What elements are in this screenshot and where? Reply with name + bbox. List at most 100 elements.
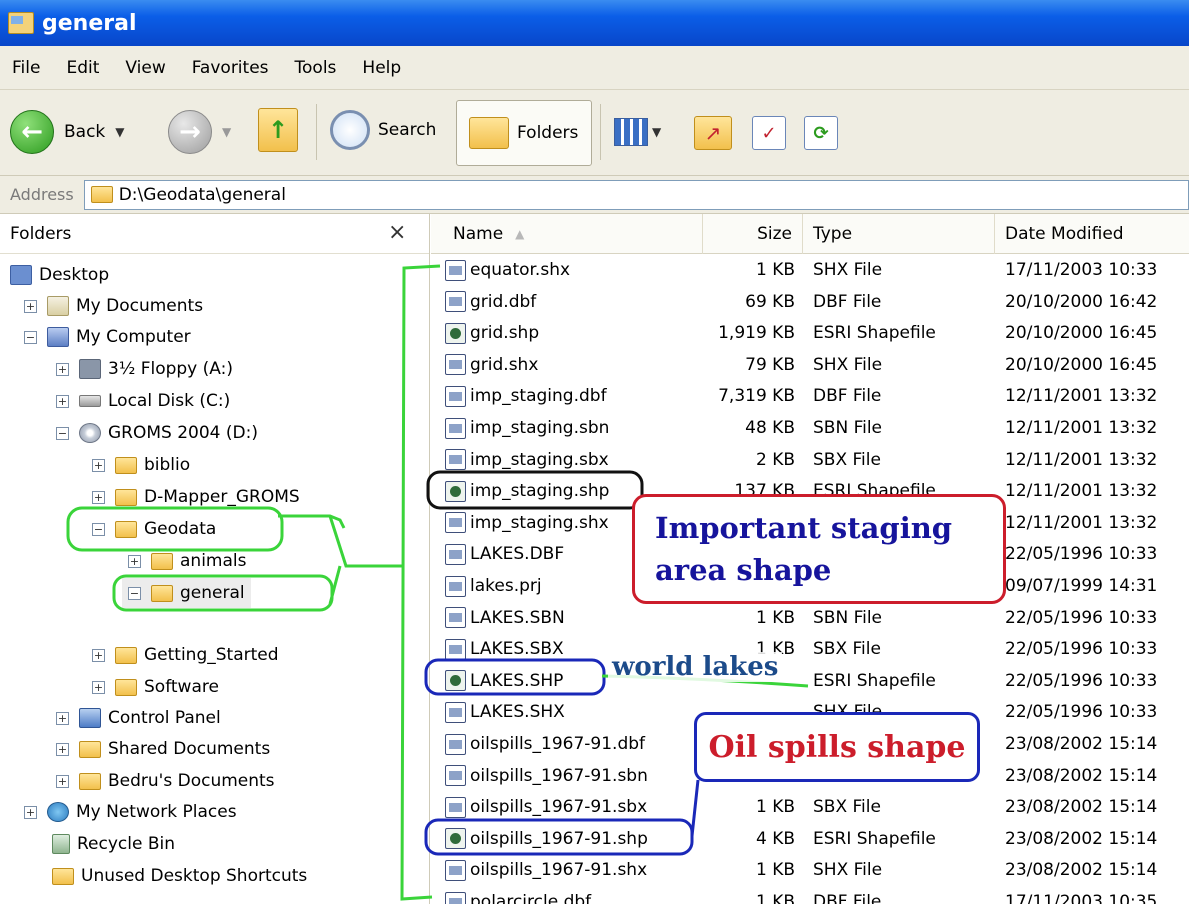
expand-icon[interactable]: + bbox=[56, 362, 69, 376]
table-row[interactable]: grid.dbf 69 KB DBF File 20/10/2000 16:42 bbox=[431, 286, 1189, 318]
file-size: 2 KB bbox=[755, 449, 795, 470]
menu-view[interactable]: View bbox=[125, 58, 165, 78]
table-row[interactable]: equator.shx 1 KB SHX File 17/11/2003 10:33 bbox=[431, 254, 1189, 286]
table-row[interactable]: LAKES.SBN 1 KB SBN File 22/05/1996 10:33 bbox=[431, 602, 1189, 634]
file-name-cell[interactable]: oilspills_1967-91.dbf bbox=[445, 728, 645, 760]
table-row[interactable]: oilspills_1967-91.sbx 1 KB SBX File 23/08/2… bbox=[431, 791, 1189, 823]
file-name-cell[interactable]: grid.shx bbox=[445, 349, 538, 381]
table-row[interactable]: grid.shx 79 KB SHX File 20/10/2000 16:45 bbox=[431, 349, 1189, 381]
menu-file[interactable]: File bbox=[12, 58, 40, 78]
file-name-cell[interactable]: LAKES.SBN bbox=[445, 602, 565, 634]
table-row[interactable]: imp_staging.sbx 2 KB SBX File 12/11/2001 13… bbox=[431, 444, 1189, 476]
file-name-cell[interactable]: oilspills_1967-91.sbx bbox=[445, 791, 647, 823]
tree-item-unused-shortcuts[interactable]: Unused Desktop Shortcuts bbox=[52, 861, 307, 891]
back-button[interactable]: ← Back ▼ bbox=[10, 110, 125, 154]
file-date-modified: 22/05/1996 10:33 bbox=[1005, 670, 1158, 691]
expand-icon[interactable]: + bbox=[24, 299, 37, 313]
table-row[interactable]: LAKES.SHP ESRI Shapefile 22/05/1996 10:33 bbox=[431, 665, 1189, 697]
file-name-cell[interactable]: imp_staging.dbf bbox=[445, 380, 607, 412]
table-row[interactable]: oilspills_1967-91.shp 4 KB ESRI Shapefile 2… bbox=[431, 823, 1189, 855]
tree-item-software[interactable]: + Software bbox=[92, 672, 219, 702]
table-row[interactable]: grid.shp 1,919 KB ESRI Shapefile 20/10/2000… bbox=[431, 317, 1189, 349]
collapse-icon[interactable]: − bbox=[24, 330, 37, 344]
file-name-cell[interactable]: LAKES.DBF bbox=[445, 538, 564, 570]
table-row[interactable]: oilspills_1967-91.shx 1 KB SHX File 23/08/2… bbox=[431, 854, 1189, 886]
generic-file-icon bbox=[445, 575, 466, 597]
views-dropdown-icon[interactable]: ▼ bbox=[652, 125, 661, 139]
tree-item-geodata[interactable]: − Geodata bbox=[92, 514, 216, 544]
expand-icon[interactable]: + bbox=[56, 774, 69, 788]
column-header-type[interactable]: Type bbox=[803, 214, 995, 254]
expand-icon[interactable]: + bbox=[24, 805, 37, 819]
expand-icon[interactable]: + bbox=[56, 394, 69, 408]
column-header-size[interactable]: Size bbox=[703, 214, 803, 254]
collapse-icon[interactable]: − bbox=[92, 522, 105, 536]
collapse-icon[interactable]: − bbox=[56, 426, 69, 440]
tree-item-desktop[interactable]: Desktop bbox=[10, 260, 109, 290]
file-name: oilspills_1967-91.shp bbox=[470, 828, 648, 849]
file-name-cell[interactable]: lakes.prj bbox=[445, 570, 542, 602]
expand-icon[interactable]: + bbox=[56, 742, 69, 756]
up-folder-button[interactable]: ↑ bbox=[258, 108, 298, 152]
file-name-cell[interactable]: imp_staging.sbx bbox=[445, 444, 609, 476]
expand-icon[interactable]: + bbox=[92, 648, 105, 662]
file-name-cell[interactable]: imp_staging.shp bbox=[445, 475, 609, 507]
folders-button[interactable]: Folders bbox=[456, 100, 592, 166]
file-name-cell[interactable]: LAKES.SHX bbox=[445, 696, 565, 728]
tree-item-local-disk[interactable]: + Local Disk (C:) bbox=[56, 386, 230, 416]
tree-item-floppy[interactable]: + 3½ Floppy (A:) bbox=[56, 354, 233, 384]
table-row[interactable]: imp_staging.sbn 48 KB SBN File 12/11/2001 1… bbox=[431, 412, 1189, 444]
expand-icon[interactable]: + bbox=[92, 458, 105, 472]
file-name-cell[interactable]: oilspills_1967-91.shx bbox=[445, 854, 647, 886]
views-button[interactable]: ▼ bbox=[614, 118, 661, 146]
forward-button[interactable]: → ▼ bbox=[168, 110, 231, 154]
expand-icon[interactable]: + bbox=[56, 711, 69, 725]
file-name-cell[interactable]: oilspills_1967-91.shp bbox=[445, 823, 648, 855]
menu-favorites[interactable]: Favorites bbox=[192, 58, 269, 78]
forward-dropdown-icon[interactable]: ▼ bbox=[222, 125, 231, 139]
tree-item-getting-started[interactable]: + Getting_Started bbox=[92, 640, 279, 670]
collapse-icon[interactable]: − bbox=[128, 586, 141, 600]
column-header-date-modified[interactable]: Date Modified bbox=[995, 214, 1189, 254]
menu-tools[interactable]: Tools bbox=[295, 58, 337, 78]
file-name-cell[interactable]: grid.dbf bbox=[445, 286, 536, 318]
my-documents-icon bbox=[47, 296, 69, 316]
expand-icon[interactable]: + bbox=[128, 554, 141, 568]
file-name-cell[interactable]: polarcircle.dbf bbox=[445, 886, 591, 904]
tree-item-shared-documents[interactable]: + Shared Documents bbox=[56, 734, 270, 764]
tree-item-my-computer[interactable]: − My Computer bbox=[24, 322, 191, 352]
table-row[interactable]: LAKES.SBX 1 KB SBX File 22/05/1996 10:33 bbox=[431, 633, 1189, 665]
file-name-cell[interactable]: equator.shx bbox=[445, 254, 570, 286]
tree-item-groms-drive[interactable]: − GROMS 2004 (D:) bbox=[56, 418, 258, 448]
move-to-button[interactable]: ↗ bbox=[694, 116, 732, 150]
back-dropdown-icon[interactable]: ▼ bbox=[115, 125, 124, 139]
menu-edit[interactable]: Edit bbox=[66, 58, 99, 78]
file-name-cell[interactable]: LAKES.SBX bbox=[445, 633, 564, 665]
tree-item-d-mapper[interactable]: + D-Mapper_GROMS bbox=[92, 482, 300, 512]
search-button[interactable]: Search bbox=[330, 110, 436, 150]
copy-to-button[interactable]: ✓ bbox=[752, 116, 786, 150]
tree-item-recycle-bin[interactable]: Recycle Bin bbox=[52, 829, 175, 859]
column-header-name[interactable]: Name ▲ bbox=[443, 214, 703, 254]
menu-help[interactable]: Help bbox=[362, 58, 401, 78]
tree-item-control-panel[interactable]: + Control Panel bbox=[56, 703, 221, 733]
expand-icon[interactable]: + bbox=[92, 680, 105, 694]
file-name-cell[interactable]: LAKES.SHP bbox=[445, 665, 563, 697]
tree-item-animals[interactable]: + animals bbox=[128, 546, 246, 576]
tree-item-my-documents[interactable]: + My Documents bbox=[24, 291, 203, 321]
expand-icon[interactable]: + bbox=[92, 490, 105, 504]
close-icon[interactable]: × bbox=[388, 220, 406, 245]
tree-item-biblio[interactable]: + biblio bbox=[92, 450, 190, 480]
file-name-cell[interactable]: oilspills_1967-91.sbn bbox=[445, 760, 648, 792]
file-name-cell[interactable]: imp_staging.sbn bbox=[445, 412, 609, 444]
address-input[interactable]: D:\Geodata\general bbox=[83, 179, 1189, 210]
file-name-cell[interactable]: grid.shp bbox=[445, 317, 539, 349]
refresh-button[interactable]: ⟳ bbox=[804, 116, 838, 150]
tree-item-general[interactable]: − general bbox=[122, 578, 251, 608]
shapefile-icon bbox=[445, 480, 466, 502]
file-name-cell[interactable]: imp_staging.shx bbox=[445, 507, 609, 539]
tree-item-bedrus-documents[interactable]: + Bedru's Documents bbox=[56, 766, 275, 796]
tree-item-network-places[interactable]: + My Network Places bbox=[24, 797, 237, 827]
table-row[interactable]: imp_staging.dbf 7,319 KB DBF File 12/11/200… bbox=[431, 380, 1189, 412]
table-row[interactable]: polarcircle.dbf 1 KB DBF File 17/11/2003 10… bbox=[431, 886, 1189, 904]
